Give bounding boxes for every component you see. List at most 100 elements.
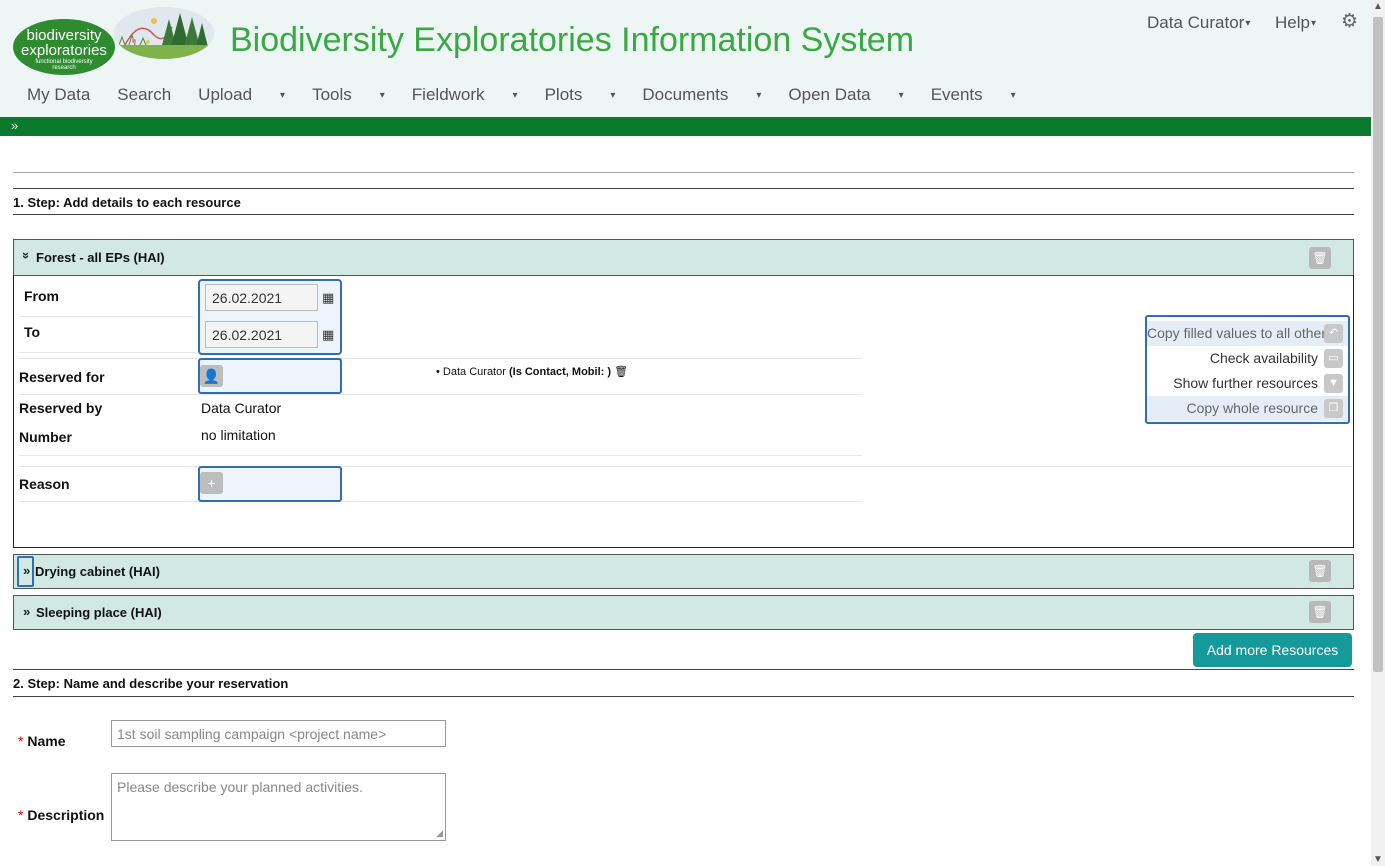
number-value: no limitation bbox=[201, 427, 276, 443]
nav-label: Events bbox=[930, 85, 983, 104]
step1-title: 1. Step: Add details to each resource bbox=[13, 195, 241, 210]
chevron-right-icon[interactable]: » bbox=[23, 563, 30, 578]
description-placeholder: Please describe your planned activities. bbox=[117, 779, 363, 795]
trash-icon[interactable]: 🗑 bbox=[1309, 560, 1331, 582]
help-menu-label: Help bbox=[1275, 13, 1310, 32]
nav-upload[interactable]: Upload bbox=[198, 85, 285, 106]
gear-icon[interactable]: ⚙ bbox=[1341, 11, 1358, 33]
trash-icon[interactable]: 🗑 bbox=[1309, 601, 1331, 623]
double-chevron-down-icon[interactable]: » bbox=[11, 117, 18, 134]
nav-open-data[interactable]: Open Data bbox=[788, 85, 903, 106]
divider bbox=[19, 352, 195, 353]
divider bbox=[13, 214, 1354, 215]
add-reason-button[interactable]: + bbox=[200, 472, 223, 494]
resource-panel-title[interactable]: Drying cabinet (HAI) bbox=[35, 564, 160, 579]
logo-text: research bbox=[52, 65, 76, 71]
nav-fieldwork[interactable]: Fieldwork bbox=[412, 85, 518, 106]
divider bbox=[13, 696, 1354, 697]
contact-details: (Is Contact, Mobil: ) bbox=[508, 366, 612, 378]
nav-label: Open Data bbox=[788, 85, 871, 104]
logo-text: biodiversity bbox=[26, 27, 102, 44]
resource-panel-header[interactable]: » Drying cabinet (HAI) 🗑 bbox=[13, 554, 1354, 589]
logo[interactable]: biodiversity exploratories functional bi… bbox=[13, 19, 115, 75]
check-availability-button[interactable]: Check availability ▭ bbox=[1147, 346, 1348, 371]
trash-icon[interactable]: 🗑 bbox=[614, 366, 628, 378]
scroll-down-icon[interactable]: ▼ bbox=[1373, 854, 1383, 865]
reason-label: Reason bbox=[19, 476, 70, 492]
nav-search[interactable]: Search bbox=[117, 85, 171, 106]
logo-text: exploratories bbox=[21, 42, 107, 59]
resize-handle-icon[interactable]: ◢ bbox=[436, 829, 443, 838]
resource-panel-header[interactable]: » Sleeping place (HAI) 🗑 bbox=[13, 595, 1354, 630]
scroll-up-icon[interactable]: ▲ bbox=[1373, 1, 1383, 12]
chevron-down-icon[interactable]: » bbox=[19, 252, 34, 259]
number-label: Number bbox=[19, 429, 72, 445]
vertical-scrollbar[interactable]: ▲ ▼ bbox=[1371, 0, 1385, 866]
show-further-resources-button[interactable]: Show further resources ▼ bbox=[1147, 371, 1348, 396]
from-date-input[interactable]: 26.02.2021 bbox=[205, 284, 318, 311]
chevron-right-icon[interactable]: » bbox=[23, 604, 30, 619]
help-menu[interactable]: Help bbox=[1275, 13, 1316, 34]
add-more-resources-button[interactable]: Add more Resources bbox=[1193, 633, 1352, 667]
calendar-icon: ▭ bbox=[1324, 349, 1343, 368]
nav-my-data[interactable]: My Data bbox=[27, 85, 90, 106]
nav-tools[interactable]: Tools bbox=[312, 85, 385, 106]
resource-panel-title[interactable]: Sleeping place (HAI) bbox=[36, 605, 162, 620]
nav-label: Plots bbox=[544, 85, 583, 104]
action-label: Check availability bbox=[1209, 350, 1318, 366]
required-mark: * bbox=[18, 807, 24, 823]
divider bbox=[13, 669, 1354, 670]
nav-label: Upload bbox=[198, 85, 253, 104]
calendar-icon[interactable]: ▦ bbox=[322, 328, 334, 342]
contact-name: Data Curator bbox=[442, 366, 506, 378]
divider bbox=[19, 455, 862, 456]
nav-events[interactable]: Events bbox=[931, 85, 1016, 106]
copy-icon: ❐ bbox=[1324, 399, 1343, 418]
description-label: * Description bbox=[18, 807, 104, 823]
reserved-for-label: Reserved for bbox=[19, 369, 105, 385]
reserved-for-contact: • Data Curator (Is Contact, Mobil: ) 🗑 bbox=[436, 365, 628, 379]
from-label: From bbox=[24, 288, 59, 304]
nav-plots[interactable]: Plots bbox=[545, 85, 616, 106]
bullet-icon: • bbox=[436, 366, 443, 378]
divider bbox=[13, 172, 1354, 173]
site-title[interactable]: Biodiversity Exploratories Information S… bbox=[230, 20, 914, 60]
description-label-text: Description bbox=[27, 807, 105, 823]
action-label: Copy whole resource bbox=[1186, 400, 1318, 416]
resource-panel-title[interactable]: Forest - all EPs (HAI) bbox=[36, 250, 165, 265]
nav-label: Documents bbox=[642, 85, 729, 104]
step2-title: 2. Step: Name and describe your reservat… bbox=[13, 676, 289, 691]
divider bbox=[13, 188, 1354, 189]
name-label-text: Name bbox=[27, 733, 66, 749]
reserved-by-label: Reserved by bbox=[19, 400, 103, 416]
scroll-thumb[interactable] bbox=[1373, 17, 1383, 672]
divider bbox=[19, 501, 862, 502]
action-label: Show further resources bbox=[1173, 375, 1318, 391]
copy-whole-resource-button[interactable]: Copy whole resource ❐ bbox=[1147, 396, 1348, 421]
divider bbox=[19, 316, 195, 317]
nav-label: Tools bbox=[312, 85, 352, 104]
reservation-description-textarea[interactable]: Please describe your planned activities.… bbox=[111, 773, 446, 841]
add-user-button[interactable]: 👤 bbox=[200, 365, 223, 387]
resource-panel-header[interactable]: » Forest - all EPs (HAI) 🗑 bbox=[13, 239, 1354, 276]
divider bbox=[19, 358, 862, 359]
reservation-name-input[interactable]: 1st soil sampling campaign <project name… bbox=[111, 720, 446, 747]
calendar-icon[interactable]: ▦ bbox=[322, 291, 334, 305]
resource-actions: Copy filled values to all other ↶ Check … bbox=[1145, 315, 1350, 424]
divider bbox=[19, 394, 862, 395]
action-label: Copy filled values to all other bbox=[1147, 325, 1326, 341]
collapse-bar[interactable]: » bbox=[0, 117, 1371, 136]
name-label: * Name bbox=[18, 733, 65, 749]
nav-documents[interactable]: Documents bbox=[642, 85, 761, 106]
main-nav: My Data Search Upload Tools Fieldwork Pl… bbox=[27, 85, 1043, 106]
copy-filled-values-button[interactable]: Copy filled values to all other ↶ bbox=[1147, 321, 1348, 346]
landscape-logo-image bbox=[114, 7, 214, 59]
filter-icon: ▼ bbox=[1324, 374, 1343, 393]
reply-all-icon: ↶ bbox=[1324, 324, 1343, 343]
header: biodiversity exploratories functional bi… bbox=[0, 0, 1371, 117]
to-label: To bbox=[24, 324, 41, 340]
user-menu[interactable]: Data Curator bbox=[1147, 13, 1250, 34]
trash-icon[interactable]: 🗑 bbox=[1309, 247, 1331, 269]
to-date-input[interactable]: 26.02.2021 bbox=[205, 321, 318, 348]
required-mark: * bbox=[18, 733, 24, 749]
